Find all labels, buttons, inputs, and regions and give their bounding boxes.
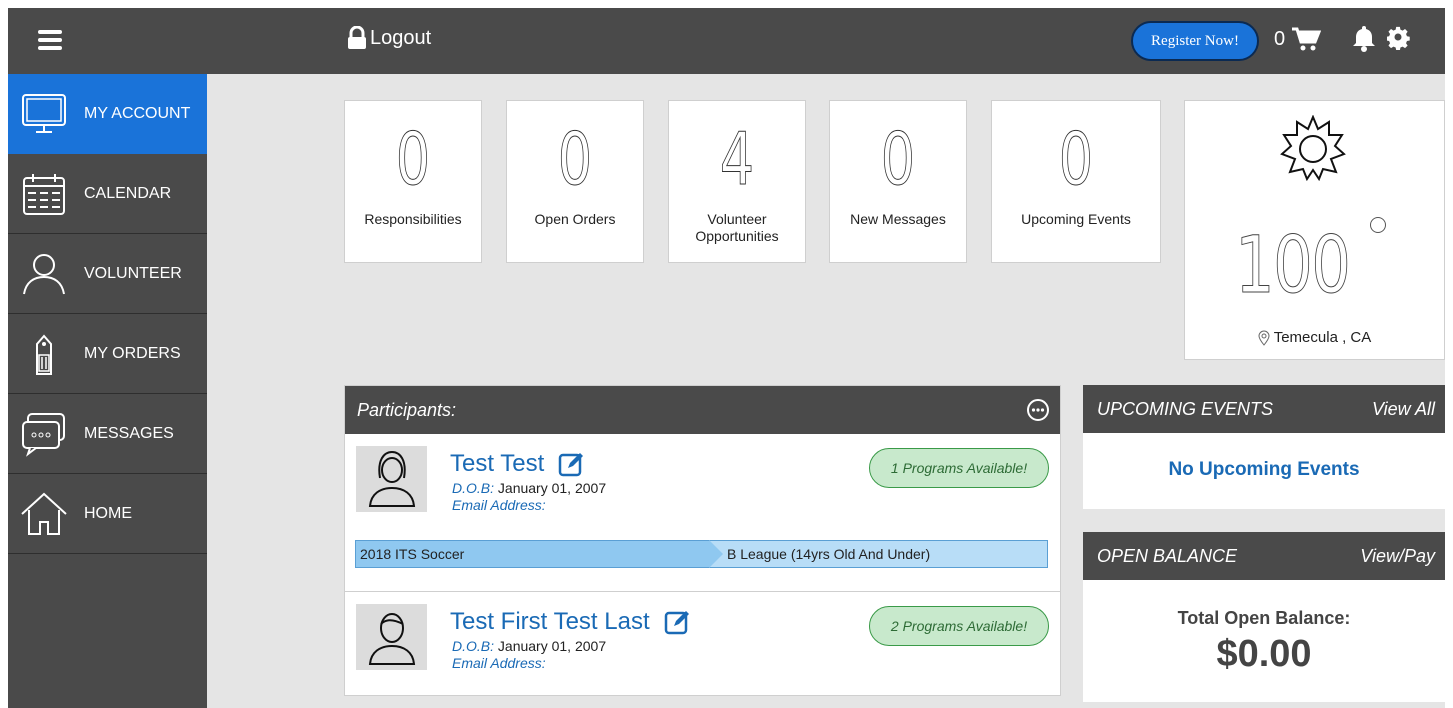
person-icon [23, 253, 65, 294]
degree-symbol [1370, 217, 1386, 233]
tag-icon [36, 333, 52, 375]
stat-card-responsibilities[interactable]: 0 Responsibilities [344, 100, 482, 263]
male-avatar-icon [368, 613, 415, 665]
more-options-icon[interactable] [1026, 398, 1050, 422]
participant-row: Test Test D.O.B: January 01, 2007 Email … [345, 434, 1060, 592]
participants-title: Participants: [357, 399, 457, 420]
participant-email-label: Email Address: [452, 655, 546, 671]
logout-label: Logout [370, 26, 432, 49]
female-avatar-icon [368, 450, 415, 507]
stat-value: 0 [395, 117, 431, 201]
sidebar-item-label: CALENDAR [84, 184, 172, 202]
stat-label: New Messages [850, 211, 946, 227]
sidebar-item-calendar[interactable]: CALENDAR [8, 154, 207, 234]
sidebar-item-home[interactable]: HOME [8, 474, 207, 554]
sidebar-item-volunteer[interactable]: VOLUNTEER [8, 234, 207, 314]
edit-icon[interactable] [664, 609, 690, 635]
logout-button[interactable]: Logout [346, 26, 431, 50]
programs-available-badge[interactable]: 2 Programs Available! [869, 606, 1049, 646]
sidebar-item-messages[interactable]: MESSAGES [8, 394, 207, 474]
participant-name[interactable]: Test Test [450, 450, 584, 478]
cart-icon[interactable] [1291, 26, 1321, 52]
location-pin-icon [1258, 330, 1270, 346]
home-icon [21, 492, 67, 535]
participant-dob: D.O.B: January 01, 2007 [452, 638, 606, 654]
stat-value: 0 [557, 117, 593, 201]
participants-header: Participants: [345, 386, 1060, 434]
open-balance-panel: OPEN BALANCE View/Pay Total Open Balance… [1083, 532, 1445, 702]
upcoming-events-panel: UPCOMING EVENTS View All No Upcoming Eve… [1083, 385, 1445, 509]
register-now-button[interactable]: Register Now! [1131, 21, 1259, 61]
weather-location: Temecula , CA [1185, 329, 1444, 346]
stat-label: Volunteer Opportunities [695, 211, 779, 244]
stat-card-upcoming-events[interactable]: 0 Upcoming Events [991, 100, 1161, 263]
sidebar-item-label: MESSAGES [84, 424, 174, 442]
weather-card: 100 Temecula , CA [1184, 100, 1445, 360]
programs-available-badge[interactable]: 1 Programs Available! [869, 448, 1049, 488]
stat-label: Upcoming Events [1021, 211, 1131, 227]
dob-value: January 01, 2007 [497, 480, 607, 496]
no-upcoming-events: No Upcoming Events [1168, 459, 1360, 480]
program-division[interactable]: B League (14yrs Old And Under) [709, 541, 930, 567]
avatar [356, 446, 427, 512]
sidebar: MY ACCOUNT CALENDAR VOLUNTEER MY ORDERS … [8, 74, 207, 708]
open-balance-header: OPEN BALANCE View/Pay [1083, 532, 1445, 580]
chat-icon [22, 412, 65, 457]
participant-name-label[interactable]: Test Test [450, 450, 544, 478]
stat-value: 0 [880, 117, 916, 201]
participant-email-label: Email Address: [452, 497, 546, 513]
stat-label: Responsibilities [364, 211, 462, 227]
stat-card-volunteer-opportunities[interactable]: 4 Volunteer Opportunities [668, 100, 806, 263]
total-balance-value: $0.00 [1216, 633, 1312, 675]
total-balance-label: Total Open Balance: [1177, 608, 1351, 628]
sidebar-item-label: MY ORDERS [84, 344, 181, 362]
calendar-icon [23, 173, 65, 215]
view-pay-link[interactable]: View/Pay [1360, 546, 1435, 567]
view-all-link[interactable]: View All [1372, 399, 1435, 420]
dob-label: D.O.B: [452, 638, 495, 654]
stat-label: Open Orders [534, 211, 616, 227]
stat-card-open-orders[interactable]: 0 Open Orders [506, 100, 644, 263]
sidebar-item-my-orders[interactable]: MY ORDERS [8, 314, 207, 394]
stat-value: 0 [1058, 117, 1094, 201]
monitor-icon [22, 94, 66, 133]
participants-panel: Participants: Test Test D.O.B: January 0… [344, 385, 1061, 696]
stat-card-new-messages[interactable]: 0 New Messages [829, 100, 967, 263]
gear-icon[interactable] [1387, 26, 1411, 50]
participant-dob: D.O.B: January 01, 2007 [452, 480, 606, 496]
main-content: 0 Responsibilities 0 Open Orders 4 Volun… [207, 74, 1445, 708]
program-name[interactable]: 2018 ITS Soccer [356, 540, 723, 568]
avatar [356, 604, 427, 670]
sidebar-item-label: MY ACCOUNT [84, 105, 191, 122]
stat-value: 4 [719, 117, 755, 201]
location-label: Temecula , CA [1273, 329, 1372, 346]
lock-icon [348, 26, 366, 49]
sun-icon [1280, 115, 1346, 181]
top-bar: Logout Register Now! 0 [8, 8, 1445, 74]
upcoming-events-header: UPCOMING EVENTS View All [1083, 385, 1445, 433]
hamburger-menu-icon[interactable] [38, 30, 62, 50]
edit-icon[interactable] [558, 451, 584, 477]
participant-name-label[interactable]: Test First Test Last [450, 608, 650, 636]
participant-row: Test First Test Last D.O.B: January 01, … [345, 592, 1060, 696]
temperature: 100 [1235, 221, 1352, 312]
program-breadcrumb[interactable]: 2018 ITS Soccer B League (14yrs Old And … [355, 540, 1048, 568]
open-balance-title: OPEN BALANCE [1097, 545, 1238, 566]
cart-count: 0 [1274, 28, 1286, 50]
dob-value: January 01, 2007 [497, 638, 607, 654]
dob-label: D.O.B: [452, 480, 495, 496]
sidebar-item-my-account[interactable]: MY ACCOUNT [8, 74, 207, 154]
upcoming-events-title: UPCOMING EVENTS [1097, 398, 1274, 419]
sidebar-item-label: VOLUNTEER [84, 264, 182, 282]
participant-name[interactable]: Test First Test Last [450, 608, 690, 636]
bell-icon[interactable] [1352, 24, 1376, 52]
sidebar-item-label: HOME [84, 504, 132, 522]
